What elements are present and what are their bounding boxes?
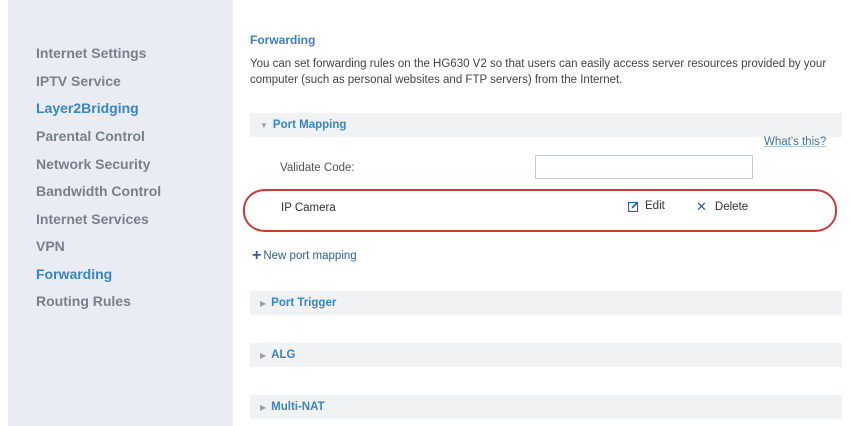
plus-icon: +	[252, 247, 262, 264]
section-port-mapping-label: Port Mapping	[272, 119, 347, 131]
section-port-trigger-label: Port Trigger	[271, 297, 337, 309]
sidebar-item-routing-rules[interactable]: Routing Rules	[36, 293, 131, 309]
validate-code-input[interactable]	[535, 155, 753, 179]
sidebar-item-internet-services[interactable]: Internet Services	[36, 211, 149, 227]
triangle-right-icon: ▶	[260, 350, 267, 360]
section-port-trigger[interactable]: ▶ Port Trigger	[250, 291, 842, 315]
port-mapping-name: IP Camera	[281, 202, 336, 214]
delete-label: Delete	[714, 200, 749, 213]
section-port-mapping[interactable]: ▼ Port Mapping	[250, 113, 842, 137]
triangle-right-icon: ▶	[260, 402, 267, 412]
edit-button[interactable]: Edit	[628, 200, 665, 212]
sidebar-item-layer2bridging[interactable]: Layer2Bridging	[36, 100, 139, 116]
whats-this-link[interactable]: What's this?	[764, 136, 826, 148]
sidebar-item-internet-settings[interactable]: Internet Settings	[36, 45, 146, 61]
triangle-down-icon: ▼	[260, 120, 268, 130]
sidebar: Internet Settings IPTV Service Layer2Bri…	[8, 0, 233, 426]
triangle-right-icon: ▶	[260, 298, 267, 308]
port-mapping-entry: IP Camera Edit ✕ Delete	[243, 189, 837, 232]
section-multi-nat-label: Multi-NAT	[271, 401, 325, 413]
section-alg-label: ALG	[271, 349, 296, 361]
main-content: Forwarding You can set forwarding rules …	[233, 0, 850, 426]
page-description: You can set forwarding rules on the HG63…	[250, 58, 827, 86]
sidebar-item-forwarding[interactable]: Forwarding	[36, 266, 112, 282]
sidebar-item-network-security[interactable]: Network Security	[36, 156, 150, 172]
page-title: Forwarding	[250, 33, 316, 47]
new-port-mapping-label: New port mapping	[263, 250, 357, 262]
sidebar-item-vpn[interactable]: VPN	[36, 238, 65, 254]
sidebar-item-bandwidth-control[interactable]: Bandwidth Control	[36, 183, 161, 199]
sidebar-item-iptv-service[interactable]: IPTV Service	[36, 73, 121, 89]
sidebar-item-parental-control[interactable]: Parental Control	[36, 128, 145, 144]
validate-code-label: Validate Code:	[280, 162, 355, 174]
section-alg[interactable]: ▶ ALG	[250, 343, 842, 367]
close-icon: ✕	[696, 199, 707, 214]
edit-icon	[628, 201, 639, 212]
section-multi-nat[interactable]: ▶ Multi-NAT	[250, 395, 842, 419]
new-port-mapping-link[interactable]: + New port mapping	[252, 247, 357, 264]
delete-button[interactable]: ✕ Delete	[696, 200, 748, 213]
edit-label: Edit	[645, 200, 665, 212]
